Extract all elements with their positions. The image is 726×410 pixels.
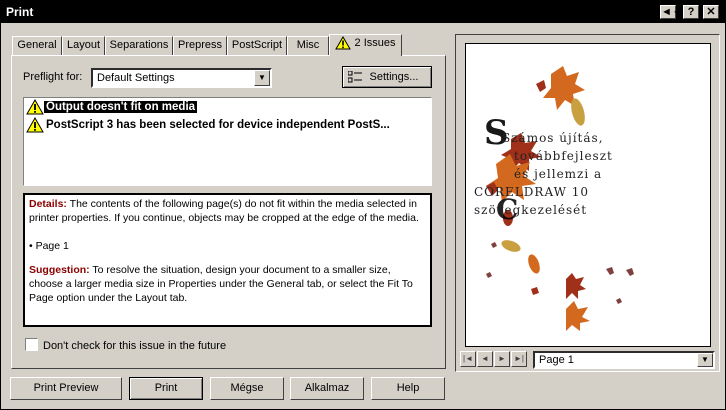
warning-icon	[335, 36, 352, 50]
apply-button[interactable]: Alkalmaz	[290, 377, 364, 400]
help-button[interactable]: Help	[371, 377, 445, 400]
details-bullet: • Page 1	[29, 240, 69, 252]
preview-line: Számos újítás,	[502, 131, 604, 145]
tab-misc[interactable]: Misc	[287, 36, 329, 55]
page-select[interactable]: Page 1 ▼	[533, 351, 715, 369]
tab-separations[interactable]: Separations	[105, 36, 173, 55]
tab-layout[interactable]: Layout	[62, 36, 105, 55]
warning-icon	[26, 117, 44, 133]
details-text: The contents of the following page(s) do…	[29, 198, 419, 224]
next-page-icon[interactable]: ►	[494, 351, 510, 367]
title-bar: Print ◄◄ ? ✕	[1, 1, 725, 23]
dont-check-label[interactable]: Don't check for this issue in the future	[43, 340, 226, 352]
help-title-button[interactable]: ?	[683, 5, 699, 19]
issues-list[interactable]: Output doesn't fit on media PostScript 3…	[23, 97, 432, 186]
print-button[interactable]: Print	[129, 377, 203, 400]
first-page-icon[interactable]: |◄	[460, 351, 476, 367]
preview-line: CORELDRAW 10	[474, 185, 590, 199]
print-preview-pane: S C Számos újítás, továbbfejleszt és jel…	[455, 34, 720, 372]
close-button[interactable]: ✕	[703, 5, 719, 19]
suggestion-paragraph: Suggestion: To resolve the situation, de…	[29, 263, 426, 305]
preflight-label: Preflight for:	[23, 71, 83, 83]
issue-text: Output doesn't fit on media	[44, 101, 198, 113]
tab-issues-label: 2 Issues	[354, 37, 396, 49]
chevron-down-icon[interactable]: ▼	[254, 70, 270, 86]
last-page-icon[interactable]: ►|	[511, 351, 527, 367]
details-box: Details: The contents of the following p…	[23, 193, 432, 327]
tab-postscript[interactable]: PostScript	[227, 36, 287, 55]
preflight-select-value: Default Settings	[97, 72, 175, 84]
suggestion-label: Suggestion:	[29, 264, 90, 276]
page-select-value: Page 1	[539, 354, 574, 366]
settings-button-label: Settings...	[369, 71, 419, 83]
warning-icon	[26, 99, 44, 115]
chevron-down-icon[interactable]: ▼	[697, 353, 713, 367]
preview-text: Számos újítás, továbbfejleszt és jellemz…	[474, 129, 613, 219]
tab-issues[interactable]: 2 Issues	[329, 34, 402, 56]
dont-check-checkbox[interactable]	[25, 338, 38, 351]
preview-page: S C Számos újítás, továbbfejleszt és jel…	[465, 43, 711, 347]
window-title: Print	[6, 5, 34, 19]
preview-line: szövegkezelését	[474, 203, 588, 217]
tab-prepress[interactable]: Prepress	[173, 36, 227, 55]
preview-line: továbbfejleszt	[514, 149, 613, 163]
checklist-icon	[348, 71, 362, 83]
details-paragraph: Details: The contents of the following p…	[29, 197, 426, 225]
list-item[interactable]: Output doesn't fit on media	[26, 99, 198, 116]
settings-button[interactable]: Settings...	[342, 66, 432, 88]
details-label: Details:	[29, 198, 67, 210]
print-dialog: Print ◄◄ ? ✕ General Layout Separations …	[0, 0, 726, 410]
print-preview-button[interactable]: Print Preview	[10, 377, 122, 400]
bullet-text: Page 1	[35, 240, 69, 252]
list-item[interactable]: PostScript 3 has been selected for devic…	[26, 117, 392, 134]
preview-line: és jellemzi a	[514, 167, 603, 181]
restore-button[interactable]: ◄◄	[660, 5, 683, 19]
preflight-select[interactable]: Default Settings ▼	[91, 68, 272, 88]
issue-text: PostScript 3 has been selected for devic…	[46, 119, 390, 131]
tab-general[interactable]: General	[12, 36, 62, 55]
cancel-button[interactable]: Mégse	[210, 377, 284, 400]
prev-page-icon[interactable]: ◄	[477, 351, 493, 367]
